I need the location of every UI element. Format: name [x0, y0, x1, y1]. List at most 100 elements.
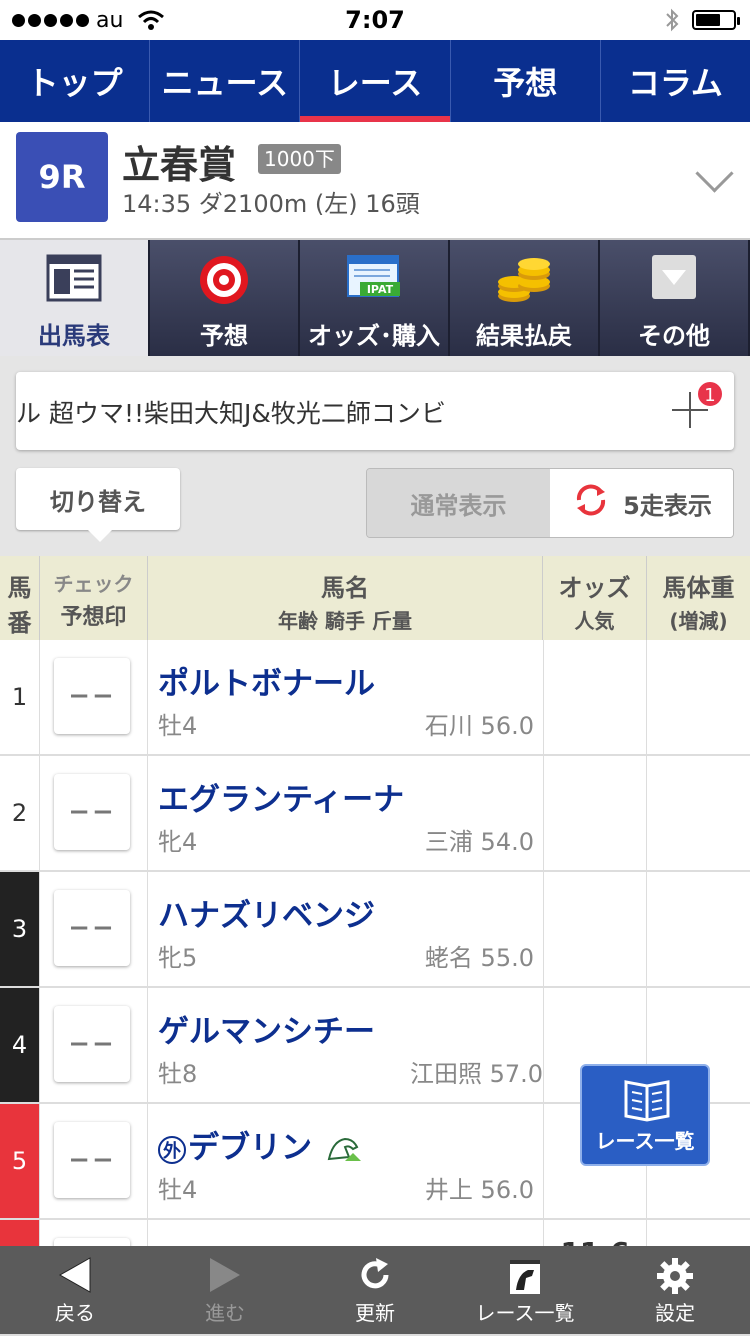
tab-prediction[interactable]: 予想 [451, 40, 601, 122]
horse-number: 5 [0, 1104, 40, 1218]
gear-icon [655, 1256, 695, 1300]
horse-number: 1 [0, 640, 40, 754]
menu-label: 予想 [200, 322, 248, 350]
odds-cell [543, 872, 647, 986]
prediction-mark-button[interactable]: −− [54, 774, 130, 850]
news-ticker[interactable]: ル 超ウマ!!柴田大知J&牧光二師コンビ 1 [16, 372, 734, 450]
table-row[interactable]: 1 −− ポルトボナール 牡4 石川 56.0 [0, 640, 750, 756]
col-check: チェック 予想印 [40, 556, 148, 640]
menu-other[interactable]: その他 [600, 240, 750, 356]
toolbar-label: 進む [205, 1301, 245, 1325]
menu-race-card[interactable]: 出馬表 [0, 240, 150, 356]
col-weight: 馬体重 (増減) [662, 574, 735, 633]
ticker-text: ル 超ウマ!!柴田大知J&牧光二師コンビ [16, 399, 446, 428]
check-cell: −− [40, 756, 148, 870]
menu-results[interactable]: 結果払戻 [450, 240, 600, 356]
refresh-button[interactable]: 更新 [300, 1246, 450, 1334]
refresh-icon [356, 1256, 394, 1298]
normal-view-button[interactable]: 通常表示 [367, 469, 550, 537]
dropdown-icon [651, 254, 697, 304]
forward-button[interactable]: 進む [150, 1246, 300, 1334]
chevron-down-icon[interactable] [695, 154, 734, 193]
col-no: 馬 番 [0, 556, 40, 640]
five-race-view-button[interactable]: 5走表示 [550, 469, 733, 537]
prediction-mark-button[interactable]: −− [54, 1122, 130, 1198]
table-row[interactable]: 2 −− エグランティーナ 牝4 三浦 54.0 [0, 756, 750, 872]
jockey-weight: 蛯名 55.0 [424, 944, 534, 972]
sex-age: 牡4 [158, 1176, 198, 1204]
menu-label: 出馬表 [38, 322, 110, 350]
odds-cell [543, 640, 647, 754]
target-icon [198, 254, 250, 310]
notification-badge: 1 [696, 380, 724, 408]
race-list-button[interactable]: レース一覧 [450, 1246, 600, 1334]
sex-age: 牝4 [158, 828, 198, 856]
horse-name[interactable]: ポルトボナール [158, 658, 375, 703]
jockey-weight: 石川 56.0 [424, 712, 534, 740]
race-name: 立春賞 [122, 143, 237, 187]
horse-name[interactable]: ハナズリベンジ [158, 890, 375, 935]
ipat-icon-text: IPAT [367, 283, 394, 296]
book-icon [622, 1074, 672, 1126]
prediction-mark-button[interactable]: −− [54, 890, 130, 966]
horse-name[interactable]: エグランティーナ [158, 774, 404, 819]
refresh-cycle-icon [571, 480, 611, 526]
back-icon [58, 1256, 92, 1298]
odds-cell [543, 756, 647, 870]
bluetooth-icon [664, 6, 680, 38]
ipat-icon: IPAT [346, 254, 402, 304]
back-button[interactable]: 戻る [0, 1246, 150, 1334]
foreign-horse-badge: 外 [158, 1135, 186, 1164]
horse-number: 2 [0, 756, 40, 870]
race-info: 14:35 ダ2100m (左) 16頭 [122, 190, 420, 218]
tab-news[interactable]: ニュース [150, 40, 301, 122]
check-cell: −− [40, 988, 148, 1102]
col-odds: オッズ 人気 [543, 556, 647, 640]
tab-column[interactable]: コラム [601, 40, 750, 122]
sex-age: 牡4 [158, 712, 198, 740]
menu-label: その他 [638, 322, 710, 350]
check-cell: −− [40, 1104, 148, 1218]
display-controls: 切り替え 通常表示 5走表示 [0, 456, 750, 556]
jockey-weight: 井上 56.0 [424, 1176, 534, 1204]
display-mode-toggle: 通常表示 5走表示 [366, 468, 734, 538]
horse-name-cell[interactable]: 外デブリン [158, 1122, 363, 1167]
coins-icon [496, 254, 552, 310]
prediction-mark-button[interactable]: −− [54, 658, 130, 734]
forward-icon [208, 1256, 242, 1298]
menu-odds-purchase[interactable]: IPAT オッズ･購入 [300, 240, 450, 356]
toolbar-label: 更新 [355, 1301, 395, 1325]
prediction-mark-button[interactable]: −− [54, 1006, 130, 1082]
jockey-weight: 江田照 57.0 [410, 1060, 544, 1088]
switch-button[interactable]: 切り替え [16, 468, 180, 542]
battery-icon [692, 10, 740, 30]
menu-prediction[interactable]: 予想 [150, 240, 300, 356]
race-card-icon [46, 254, 102, 306]
sex-age: 牡8 [158, 1060, 198, 1088]
first-time-jockey-icon [323, 1130, 363, 1166]
sex-age: 牝5 [158, 944, 198, 972]
horse-name: デブリン [188, 1130, 312, 1166]
check-cell: −− [40, 872, 148, 986]
top-nav: トップ ニュース レース 予想 コラム [0, 40, 750, 122]
tab-top[interactable]: トップ [0, 40, 151, 122]
race-list-icon [508, 1256, 542, 1300]
race-number-badge: 9R [16, 132, 108, 222]
horse-number: 3 [0, 872, 40, 986]
race-class-badge: 1000下 [258, 144, 341, 174]
settings-button[interactable]: 設定 [600, 1246, 750, 1334]
horse-name[interactable]: ゲルマンシチー [158, 1006, 375, 1051]
bottom-toolbar: 戻る 進む 更新 レース一覧 設定 [0, 1246, 750, 1334]
float-button-label: レース一覧 [595, 1129, 695, 1153]
table-row[interactable]: 3 −− ハナズリベンジ 牝5 蛯名 55.0 [0, 872, 750, 988]
toolbar-label: レース一覧 [475, 1301, 575, 1325]
race-header[interactable]: 9R 立春賞 1000下 14:35 ダ2100m (左) 16頭 [0, 122, 750, 240]
jockey-weight: 三浦 54.0 [424, 828, 534, 856]
race-list-float-button[interactable]: レース一覧 [580, 1064, 710, 1166]
clock: 7:07 [345, 6, 405, 34]
tab-race[interactable]: レース [300, 40, 451, 122]
toolbar-label: 戻る [55, 1301, 95, 1325]
five-race-label: 5走表示 [623, 491, 712, 520]
menu-label: オッズ･購入 [308, 322, 440, 350]
race-menu: 出馬表 予想 IPAT オッズ･購入 結果払戻 その他 [0, 240, 750, 356]
